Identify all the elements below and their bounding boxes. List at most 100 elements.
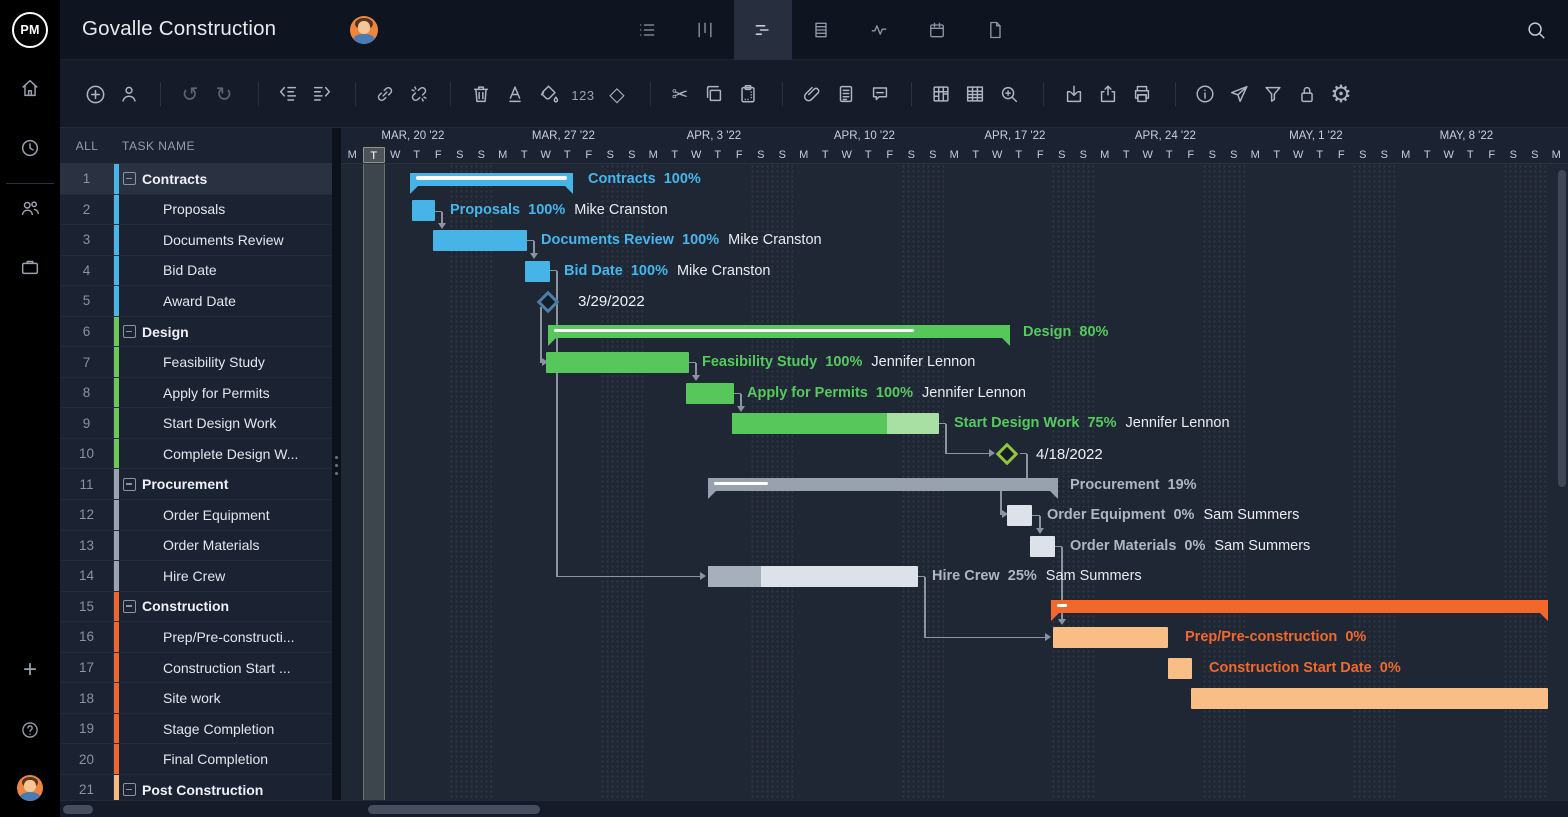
- toolbar-share-button[interactable]: [1228, 83, 1250, 105]
- dependency-line: [946, 453, 989, 455]
- tab-calendar-view[interactable]: [908, 0, 966, 60]
- task-row-21[interactable]: 21 Post Construction: [60, 775, 332, 800]
- task-bar-9[interactable]: [732, 413, 939, 434]
- toolbar-fill-color-button[interactable]: [538, 83, 560, 105]
- toolbar-filter-button[interactable]: [1262, 83, 1284, 105]
- task-row-19[interactable]: 19 Stage Completion: [60, 714, 332, 745]
- rail-user-avatar[interactable]: [0, 766, 60, 810]
- task-row-12[interactable]: 12 Order Equipment: [60, 500, 332, 531]
- summary-bar-1[interactable]: [410, 173, 573, 186]
- task-bar-3[interactable]: [433, 230, 527, 251]
- toolbar-attachment-button[interactable]: [801, 83, 823, 105]
- task-bar-17[interactable]: [1168, 658, 1192, 679]
- dependency-line: [441, 212, 443, 223]
- toolbar-paste-button[interactable]: [737, 83, 759, 105]
- toolbar-info-button[interactable]: [1194, 83, 1216, 105]
- tab-sheet-view[interactable]: [792, 0, 850, 60]
- task-row-1[interactable]: 1 Contracts: [60, 164, 332, 195]
- task-row-6[interactable]: 6 Design: [60, 317, 332, 348]
- task-row-16[interactable]: 16 Prep/Pre-constructi...: [60, 622, 332, 653]
- tab-activity-view[interactable]: [850, 0, 908, 60]
- rail-item-portfolio[interactable]: [0, 245, 60, 289]
- tab-list-view[interactable]: [618, 0, 676, 60]
- app-logo[interactable]: PM: [0, 0, 60, 60]
- toolbar-delete-button[interactable]: [470, 83, 492, 105]
- search-button[interactable]: [1522, 16, 1550, 44]
- tab-board-view[interactable]: [676, 0, 734, 60]
- toolbar-print-button[interactable]: [1131, 83, 1153, 105]
- task-bar-2[interactable]: [412, 200, 435, 221]
- toolbar-columns-button[interactable]: [930, 83, 952, 105]
- toolbar-number-format-button[interactable]: 123: [572, 83, 594, 105]
- task-row-18[interactable]: 18 Site work: [60, 683, 332, 714]
- task-bar-14[interactable]: [708, 566, 918, 587]
- rail-item-add[interactable]: +: [0, 648, 60, 692]
- rail-item-help[interactable]: [0, 708, 60, 752]
- collapse-icon[interactable]: [123, 783, 136, 796]
- toolbar-zoom-in-button[interactable]: [998, 83, 1020, 105]
- task-list-hscroll-thumb[interactable]: [63, 805, 93, 814]
- task-row-11[interactable]: 11 Procurement: [60, 469, 332, 500]
- toolbar-add-task-button[interactable]: [84, 83, 106, 105]
- toolbar-export-button[interactable]: [1097, 83, 1119, 105]
- summary-bar-6[interactable]: [548, 325, 1010, 338]
- task-row-17[interactable]: 17 Construction Start ...: [60, 653, 332, 684]
- toolbar-indent-button[interactable]: [311, 83, 333, 105]
- column-header-all[interactable]: ALL: [60, 128, 114, 164]
- task-row-15[interactable]: 15 Construction: [60, 592, 332, 623]
- tab-page-view[interactable]: [966, 0, 1024, 60]
- toolbar-font-style-button[interactable]: [504, 83, 526, 105]
- task-row-9[interactable]: 9 Start Design Work: [60, 408, 332, 439]
- rail-item-team[interactable]: [0, 186, 60, 230]
- summary-bar-15[interactable]: [1051, 600, 1548, 613]
- toolbar-settings-button[interactable]: ⚙: [1330, 83, 1352, 105]
- gantt-vertical-scrollbar[interactable]: [1558, 170, 1566, 487]
- task-bar-4[interactable]: [525, 261, 550, 282]
- toolbar-unlink-tasks-button[interactable]: [408, 83, 430, 105]
- task-bar-7[interactable]: [546, 352, 689, 373]
- task-name: Documents Review: [163, 225, 284, 255]
- toolbar-notes-button[interactable]: [835, 83, 857, 105]
- toolbar-assign-user-button[interactable]: [118, 83, 140, 105]
- toolbar-copy-button[interactable]: [703, 83, 725, 105]
- task-row-10[interactable]: 10 Complete Design W...: [60, 439, 332, 470]
- rail-item-timesheet[interactable]: [0, 126, 60, 170]
- task-bar-12[interactable]: [1007, 505, 1032, 526]
- panel-splitter[interactable]: [332, 128, 341, 800]
- task-row-8[interactable]: 8 Apply for Permits: [60, 378, 332, 409]
- day-label: S: [621, 147, 643, 163]
- task-bar-13[interactable]: [1030, 536, 1055, 557]
- task-row-20[interactable]: 20 Final Completion: [60, 744, 332, 775]
- toolbar-undo-button[interactable]: ↺: [179, 83, 201, 105]
- task-bar-16[interactable]: [1053, 627, 1168, 648]
- project-owner-avatar[interactable]: [350, 16, 378, 44]
- toolbar-comment-button[interactable]: [869, 83, 891, 105]
- task-row-14[interactable]: 14 Hire Crew: [60, 561, 332, 592]
- toolbar-milestone-button[interactable]: ◇: [606, 83, 628, 105]
- toolbar-link-tasks-button[interactable]: [374, 83, 396, 105]
- task-bar-8[interactable]: [686, 383, 734, 404]
- gantt-hscroll-thumb[interactable]: [368, 805, 540, 814]
- column-header-task-name[interactable]: TASK NAME: [122, 128, 195, 164]
- task-bar-18[interactable]: [1191, 688, 1548, 709]
- toolbar-redo-button[interactable]: ↻: [213, 83, 235, 105]
- task-row-4[interactable]: 4 Bid Date: [60, 256, 332, 287]
- toolbar-spreadsheet-button[interactable]: [964, 83, 986, 105]
- tab-gantt-view[interactable]: [734, 0, 792, 60]
- milestone-diamond-10[interactable]: [996, 443, 1019, 466]
- rail-item-home[interactable]: [0, 66, 60, 110]
- collapse-icon[interactable]: [123, 600, 136, 613]
- toolbar-outdent-button[interactable]: [277, 83, 299, 105]
- collapse-icon[interactable]: [123, 325, 136, 338]
- toolbar-import-button[interactable]: [1063, 83, 1085, 105]
- task-row-13[interactable]: 13 Order Materials: [60, 531, 332, 562]
- collapse-icon[interactable]: [123, 172, 136, 185]
- summary-bar-11[interactable]: [708, 478, 1058, 491]
- task-row-7[interactable]: 7 Feasibility Study: [60, 347, 332, 378]
- task-row-3[interactable]: 3 Documents Review: [60, 225, 332, 256]
- task-row-5[interactable]: 5 Award Date: [60, 286, 332, 317]
- toolbar-lock-button[interactable]: [1296, 83, 1318, 105]
- toolbar-cut-button[interactable]: ✂: [669, 83, 691, 105]
- collapse-icon[interactable]: [123, 478, 136, 491]
- task-row-2[interactable]: 2 Proposals: [60, 195, 332, 226]
